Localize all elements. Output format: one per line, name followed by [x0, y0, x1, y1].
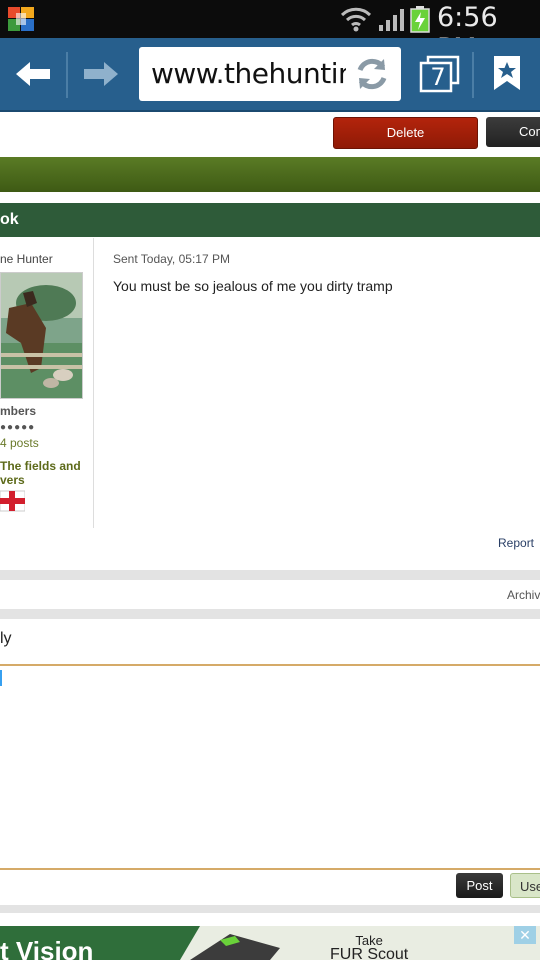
section-divider	[0, 609, 540, 619]
archive-link[interactable]: Archiv	[507, 588, 540, 602]
bookmark-icon[interactable]	[492, 54, 522, 92]
reply-textarea[interactable]	[0, 664, 540, 870]
delete-button[interactable]: Delete	[333, 117, 478, 149]
wifi-icon	[340, 7, 372, 32]
signal-icon	[379, 9, 404, 31]
tab-count: 7	[430, 63, 446, 91]
ad-tagline: Take FUR Scout	[330, 934, 408, 960]
ad-tagline-line-2: FUR Scout	[330, 946, 409, 960]
report-link[interactable]: Report	[498, 536, 534, 550]
ad-close-icon[interactable]: ✕	[514, 926, 536, 944]
url-text[interactable]: www.thehunting	[151, 57, 346, 90]
use-full-editor-button[interactable]: Use	[510, 873, 540, 898]
tabs-button[interactable]: 7	[418, 55, 460, 93]
post-count: 4 posts	[0, 436, 39, 450]
message-date: Sent Today, 05:17 PM	[113, 252, 230, 266]
reply-heading: ly	[0, 630, 12, 647]
section-divider	[0, 905, 540, 913]
author-name[interactable]: ne Hunter	[0, 252, 53, 266]
post-button[interactable]: Post	[456, 873, 503, 898]
conversation-title: ok	[0, 211, 19, 228]
conversation-title-bar: ok	[0, 203, 540, 237]
avatar[interactable]	[0, 272, 83, 399]
rank-pips: ●●●●●	[0, 422, 36, 433]
avatar-image	[1, 273, 82, 398]
text-cursor	[0, 670, 2, 686]
member-group: mbers	[0, 404, 37, 418]
battery-charging-icon	[410, 6, 430, 33]
ad-banner[interactable]: t Vision Take FUR Scout ✕	[0, 926, 540, 960]
ad-headline: t Vision	[0, 936, 94, 960]
toolbar-divider	[66, 52, 68, 98]
back-arrow-icon[interactable]	[14, 60, 52, 88]
toolbar-divider	[472, 52, 474, 98]
url-bar[interactable]: www.thehunting	[139, 47, 401, 101]
app-notification-icon	[8, 7, 34, 31]
england-flag-icon	[0, 490, 25, 512]
message-body: You must be so jealous of me you dirty t…	[113, 278, 393, 294]
forward-arrow-icon[interactable]	[82, 60, 120, 88]
refresh-icon[interactable]	[353, 55, 391, 93]
compose-button[interactable]: Com	[486, 117, 540, 147]
ad-product-image	[160, 926, 280, 960]
author-location: The fields and vers	[0, 459, 81, 487]
column-divider	[93, 238, 94, 528]
section-divider	[0, 570, 540, 580]
status-bar: 6:56 PM	[0, 0, 540, 64]
ad-left-panel: t Vision	[0, 926, 180, 960]
nav-bar	[0, 157, 540, 192]
